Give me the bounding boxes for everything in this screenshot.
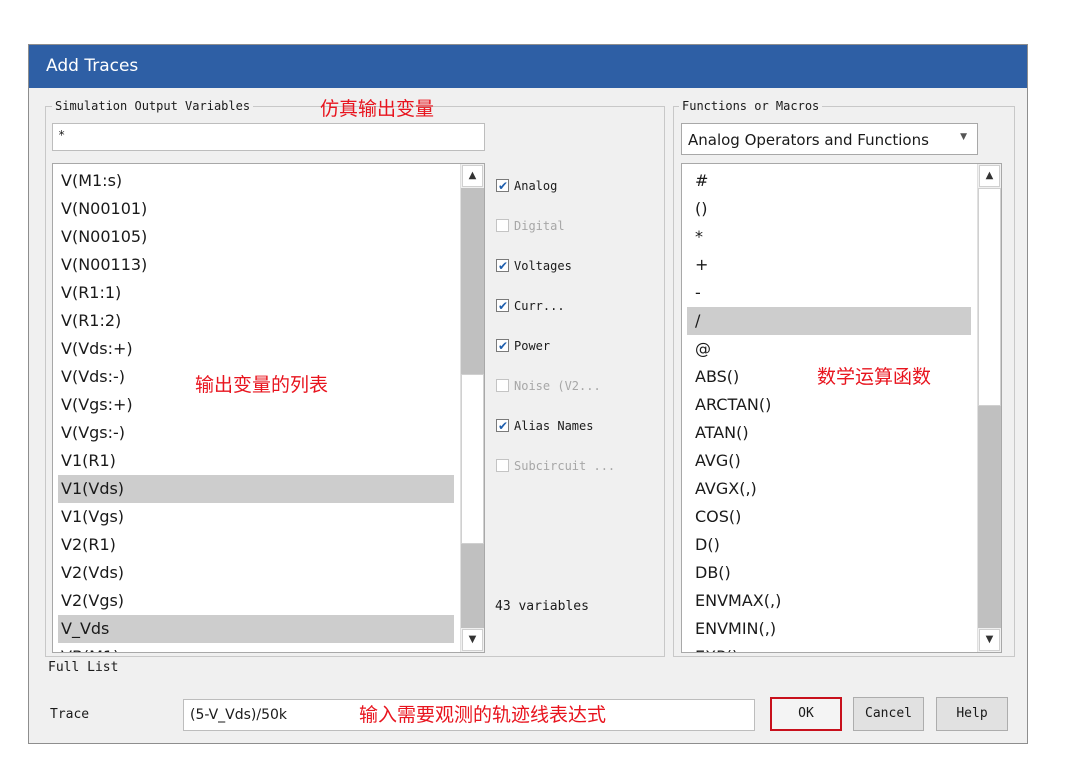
variable-list-item[interactable]: VB(M1): [58, 643, 454, 652]
checkbox-label: Curr...: [514, 299, 565, 313]
cancel-button[interactable]: Cancel: [853, 697, 924, 731]
checkbox-label: Digital: [514, 219, 565, 233]
checkbox-label: Power: [514, 339, 551, 353]
function-list-item[interactable]: AVG(): [687, 447, 971, 475]
variable-count: 43 variables: [495, 599, 589, 614]
checkbox: [496, 459, 509, 472]
checkbox[interactable]: ✔: [496, 419, 509, 433]
annotation-trace-expression: 输入需要观测的轨迹线表达式: [359, 704, 607, 726]
scroll-up-button[interactable]: ▲: [462, 165, 483, 187]
chevron-down-icon: ▼: [960, 132, 967, 142]
checkbox[interactable]: ✔: [496, 299, 509, 313]
function-list-scrollbar[interactable]: ▲ ▼: [977, 164, 1001, 652]
variable-list-item[interactable]: V(Vds:+): [58, 335, 454, 363]
scroll-down-button[interactable]: ▼: [979, 629, 1000, 651]
checkmark-icon: ✔: [498, 259, 509, 273]
variable-filter-input[interactable]: *: [52, 123, 485, 151]
function-list-item[interactable]: ENVMAX(,): [687, 587, 971, 615]
variable-filter-value: *: [58, 128, 66, 142]
checkmark-icon: ✔: [498, 419, 509, 433]
scroll-down-button[interactable]: ▼: [462, 629, 483, 651]
ok-button-label: OK: [798, 706, 814, 721]
variable-list-item[interactable]: V(N00113): [58, 251, 454, 279]
variable-list-item[interactable]: V1(Vds): [58, 475, 454, 503]
variable-list-item[interactable]: V2(R1): [58, 531, 454, 559]
ok-button[interactable]: OK: [770, 697, 842, 731]
function-category-value: Analog Operators and Functions: [688, 131, 929, 149]
annotation-variable-list: 输出变量的列表: [195, 374, 329, 396]
function-list-item[interactable]: -: [687, 279, 971, 307]
function-list-item[interactable]: *: [687, 223, 971, 251]
annotation-math-functions: 数学运算函数: [817, 366, 932, 388]
variable-list-item[interactable]: V(M1:s): [58, 167, 454, 195]
checkbox-label: Subcircuit ...: [514, 459, 616, 473]
function-category-dropdown[interactable]: Analog Operators and Functions ▼: [681, 123, 978, 155]
function-listbox[interactable]: #() * + - / @ ABS() ARCTAN() ATAN() AVG() AVGX(,) C…: [681, 163, 1002, 653]
variable-list-item[interactable]: V2(Vds): [58, 559, 454, 587]
variable-list-item[interactable]: V(R1:1): [58, 279, 454, 307]
trace-expression-value: (5-V_Vds)/50k: [190, 707, 288, 723]
checkbox[interactable]: ✔: [496, 179, 509, 193]
function-list-item[interactable]: (): [687, 195, 971, 223]
function-list-item[interactable]: COS(): [687, 503, 971, 531]
scroll-thumb[interactable]: [461, 374, 484, 544]
variable-list-item[interactable]: V(R1:2): [58, 307, 454, 335]
scroll-thumb[interactable]: [978, 188, 1001, 406]
functions-group-label: Functions or Macros: [679, 98, 823, 114]
checkmark-icon: ✔: [498, 299, 509, 313]
annotation-output-vars: 仿真输出变量: [320, 98, 435, 120]
full-list-label: Full List: [48, 660, 119, 675]
trace-label: Trace: [50, 707, 90, 722]
scroll-up-button[interactable]: ▲: [979, 165, 1000, 187]
function-list-item[interactable]: ENVMIN(,): [687, 615, 971, 643]
variable-list-item[interactable]: V(N00101): [58, 195, 454, 223]
checkbox: [496, 379, 509, 392]
help-button[interactable]: Help: [936, 697, 1008, 731]
help-button-label: Help: [956, 706, 988, 721]
function-list-item[interactable]: EXP(): [687, 643, 971, 652]
variable-list-item[interactable]: V1(R1): [58, 447, 454, 475]
checkbox-label: Noise (V2...: [514, 379, 601, 393]
variable-list-item[interactable]: V(N00105): [58, 223, 454, 251]
function-list-item[interactable]: D(): [687, 531, 971, 559]
checkmark-icon: ✔: [498, 179, 509, 193]
variable-list-item[interactable]: V1(Vgs): [58, 503, 454, 531]
window-title: Add Traces: [29, 45, 1027, 88]
function-list-item[interactable]: @: [687, 335, 971, 363]
function-list-item[interactable]: AVGX(,): [687, 475, 971, 503]
function-list-item[interactable]: #: [687, 167, 971, 195]
function-list-item[interactable]: +: [687, 251, 971, 279]
cancel-button-label: Cancel: [865, 706, 912, 721]
variable-list-item[interactable]: V2(Vgs): [58, 587, 454, 615]
function-list-item[interactable]: DB(): [687, 559, 971, 587]
variable-list-scrollbar[interactable]: ▲ ▼: [460, 164, 484, 652]
checkmark-icon: ✔: [498, 339, 509, 353]
checkbox-label: Analog: [514, 179, 558, 193]
checkbox-label: Voltages: [514, 259, 572, 273]
function-list-item[interactable]: ATAN(): [687, 419, 971, 447]
checkbox: [496, 219, 509, 232]
function-list-item[interactable]: /: [687, 307, 971, 335]
function-list-item[interactable]: ARCTAN(): [687, 391, 971, 419]
variable-list-item[interactable]: V(Vgs:-): [58, 419, 454, 447]
checkbox[interactable]: ✔: [496, 339, 509, 353]
variable-list-item[interactable]: V_Vds: [58, 615, 454, 643]
variable-listbox[interactable]: V(M1:s) V(N00101) V(N00105) V(N00113) V(R1:1…: [52, 163, 485, 653]
output-variables-group-label: Simulation Output Variables: [52, 98, 254, 114]
checkbox[interactable]: ✔: [496, 259, 509, 273]
add-traces-dialog: Add Traces Simulation Output Variables 仿…: [28, 44, 1028, 744]
checkbox-label: Alias Names: [514, 419, 594, 433]
